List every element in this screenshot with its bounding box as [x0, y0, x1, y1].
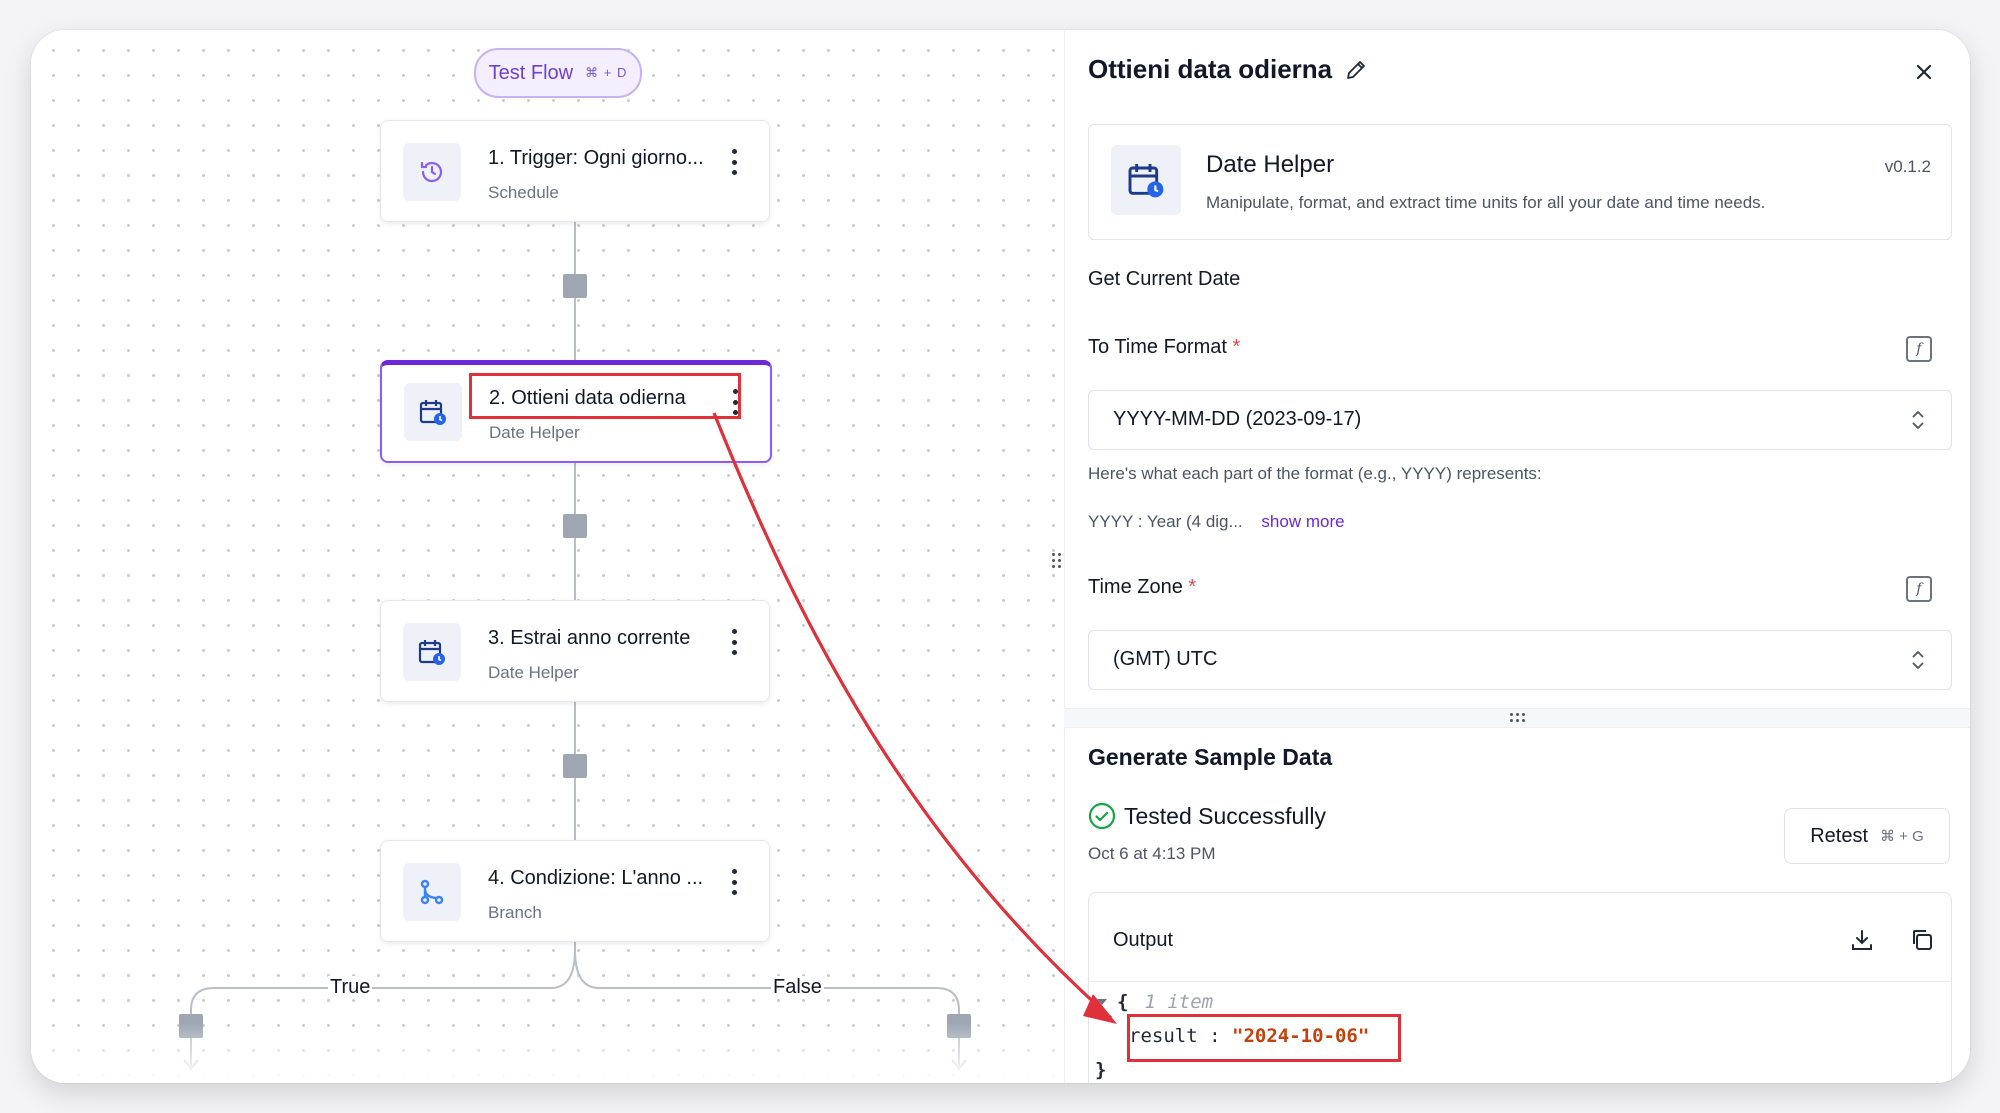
app-window: Test Flow ⌘ + D True False 1. Trigger: O… [31, 30, 1970, 1083]
test-status-text: Tested Successfully [1124, 802, 1326, 829]
panel-title: Ottieni data odierna [1088, 54, 1333, 84]
dynamic-value-toggle-icon[interactable]: f [1906, 336, 1932, 362]
time-format-select[interactable]: YYYY-MM-DD (2023-09-17) [1088, 390, 1952, 450]
step-title: 3. Estrai anno corrente [488, 627, 691, 649]
step-subtitle: Schedule [488, 183, 559, 202]
action-name: Get Current Date [1088, 268, 1241, 290]
chevron-up-down-icon [1912, 410, 1924, 430]
retest-button[interactable]: Retest ⌘ + G [1784, 808, 1950, 864]
step-menu-icon[interactable] [729, 149, 739, 175]
step-title: 2. Ottieni data odierna [489, 387, 686, 409]
time-format-label: To Time Format * [1088, 336, 1241, 358]
time-format-preview: YYYY : Year (4 dig... show more [1088, 512, 1345, 531]
edit-pencil-icon[interactable] [1344, 58, 1368, 82]
calendar-clock-icon [404, 383, 462, 441]
show-more-link[interactable]: show more [1261, 512, 1344, 531]
dynamic-value-toggle-icon[interactable]: f [1906, 576, 1932, 602]
step-title: 1. Trigger: Ogni giorno... [488, 147, 704, 169]
output-label: Output [1113, 929, 1174, 951]
flow-step-3[interactable]: 3. Estrai anno corrente Date Helper [380, 600, 770, 702]
calendar-clock-icon [403, 623, 461, 681]
piece-description: Manipulate, format, and extract time uni… [1206, 193, 1766, 212]
retest-shortcut: ⌘ + G [1880, 828, 1924, 845]
json-value: "2024-10-06" [1232, 1025, 1370, 1047]
piece-version: v0.1.2 [1884, 157, 1931, 176]
step-subtitle: Date Helper [489, 423, 580, 442]
schedule-icon [403, 143, 461, 201]
chevron-up-down-icon [1912, 650, 1924, 670]
check-circle-icon [1088, 802, 1116, 830]
close-icon[interactable] [1912, 60, 1936, 84]
json-item-count: 1 item [1144, 991, 1214, 1013]
step-menu-icon[interactable] [730, 389, 740, 415]
piece-name: Date Helper [1206, 151, 1335, 178]
output-card: Output { 1 item result : "2024-10-06" } [1088, 892, 1952, 1083]
json-root: { 1 item [1095, 991, 1213, 1013]
time-format-value: YYYY-MM-DD (2023-09-17) [1113, 408, 1362, 430]
json-close-brace: } [1095, 1059, 1107, 1081]
flow-step-2[interactable]: 2. Ottieni data odierna Date Helper [380, 360, 772, 463]
test-status: Tested Successfully [1088, 802, 1326, 830]
time-zone-select[interactable]: (GMT) UTC [1088, 630, 1952, 690]
download-icon[interactable] [1849, 927, 1875, 953]
retest-label: Retest [1810, 824, 1869, 847]
flow-step-4[interactable]: 4. Condizione: L'anno ... Branch [380, 840, 770, 942]
splitter-grip-icon[interactable] [1510, 713, 1525, 722]
copy-icon[interactable] [1909, 927, 1935, 953]
flow-canvas[interactable]: Test Flow ⌘ + D True False 1. Trigger: O… [31, 30, 1064, 1083]
branch-true-label: True [328, 976, 373, 999]
flow-step-1[interactable]: 1. Trigger: Ogni giorno... Schedule [380, 120, 770, 222]
sample-data-heading: Generate Sample Data [1088, 744, 1333, 770]
json-open-brace: { [1117, 991, 1129, 1013]
json-separator: : [1209, 1025, 1221, 1047]
test-timestamp: Oct 6 at 4:13 PM [1088, 844, 1216, 863]
time-zone-value: (GMT) UTC [1113, 648, 1218, 670]
time-zone-label: Time Zone * [1088, 576, 1197, 598]
step-menu-icon[interactable] [729, 629, 739, 655]
piece-card: Date Helper Manipulate, format, and extr… [1088, 124, 1952, 240]
output-divider [1089, 981, 1951, 982]
step-subtitle: Date Helper [488, 663, 579, 682]
json-key: result [1129, 1025, 1198, 1047]
branch-false-label: False [771, 976, 824, 999]
step-menu-icon[interactable] [729, 869, 739, 895]
time-format-help: Here's what each part of the format (e.g… [1088, 464, 1542, 483]
panel-header: Ottieni data odierna [1088, 54, 1368, 85]
canvas-fade [31, 1023, 1064, 1083]
step-title: 4. Condizione: L'anno ... [488, 867, 704, 889]
calendar-clock-icon [1111, 145, 1181, 215]
step-subtitle: Branch [488, 903, 542, 922]
collapse-triangle-icon[interactable] [1095, 995, 1109, 1009]
panel-resize-handle[interactable] [1050, 550, 1062, 570]
branch-icon [403, 863, 461, 921]
json-result-row: result : "2024-10-06" [1129, 1025, 1369, 1047]
